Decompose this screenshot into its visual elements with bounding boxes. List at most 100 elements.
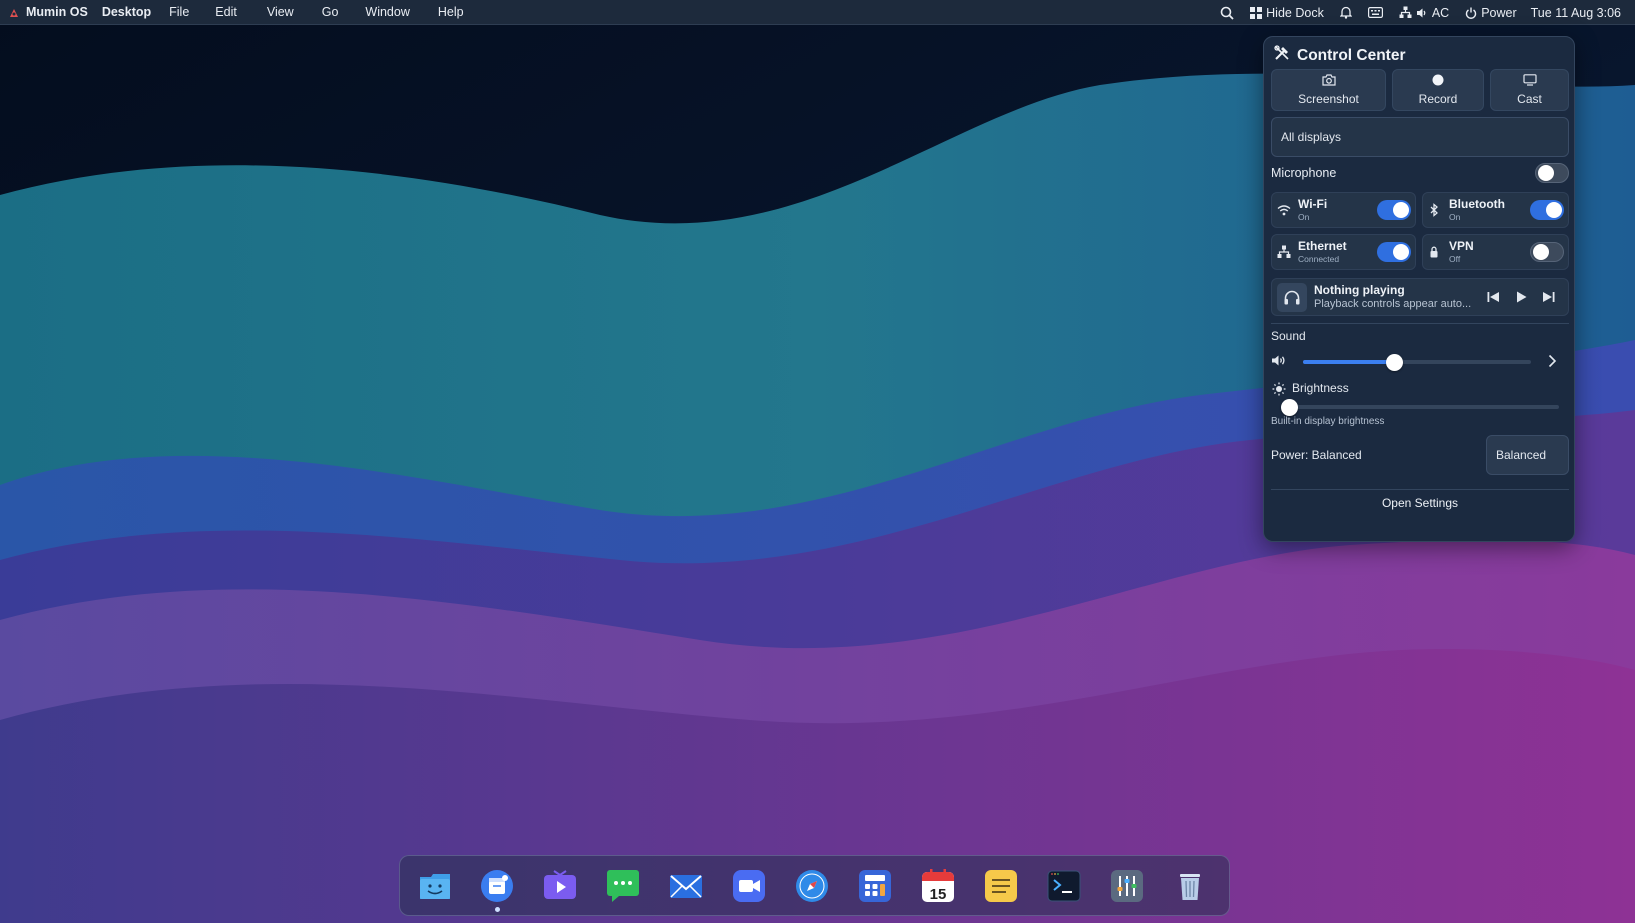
keyboard-icon[interactable] xyxy=(1367,7,1383,18)
cast-label: Cast xyxy=(1517,92,1542,106)
control-center-header: Control Center xyxy=(1274,45,1406,66)
screenshot-label: Screenshot xyxy=(1298,92,1359,106)
divider xyxy=(1271,323,1569,324)
menu-file[interactable]: File xyxy=(157,5,201,19)
ethernet-status: Connected xyxy=(1298,254,1340,264)
previous-track-icon[interactable] xyxy=(1487,290,1500,308)
microphone-label: Microphone xyxy=(1271,166,1337,180)
record-icon xyxy=(1432,74,1444,89)
control-center-panel: Control Center Screenshot Record Cast Al… xyxy=(1263,36,1575,542)
app-name[interactable]: Mumin OS xyxy=(26,5,95,19)
grid-icon xyxy=(1250,6,1263,19)
sun-icon xyxy=(1272,382,1286,401)
menu-go[interactable]: Go xyxy=(310,5,354,19)
record-button[interactable]: Record xyxy=(1392,69,1484,111)
camera-icon xyxy=(1321,74,1336,89)
finder-icon[interactable] xyxy=(418,869,452,903)
status-indicators[interactable]: AC xyxy=(1399,6,1449,20)
power-label: Power xyxy=(1481,5,1517,20)
power-mode-label: Power: Balanced xyxy=(1271,448,1362,462)
sound-slider-fill xyxy=(1303,360,1394,364)
power-source-label: AC xyxy=(1431,5,1450,20)
brightness-slider[interactable] xyxy=(1281,399,1559,416)
chevron-right-icon[interactable] xyxy=(1548,354,1557,373)
brightness-slider-handle[interactable] xyxy=(1281,399,1298,416)
mail-icon[interactable] xyxy=(669,869,703,903)
microphone-row: Microphone xyxy=(1271,161,1569,185)
cast-icon xyxy=(1522,74,1537,89)
calendar-day: 15 xyxy=(930,886,947,903)
vpn-toggle[interactable] xyxy=(1530,242,1564,262)
bluetooth-name: Bluetooth xyxy=(1449,197,1505,211)
power-mode-select[interactable]: Balanced xyxy=(1486,435,1569,475)
video-player-icon[interactable] xyxy=(543,869,577,903)
cast-button[interactable]: Cast xyxy=(1490,69,1569,111)
bluetooth-tile[interactable]: Bluetooth On xyxy=(1422,192,1569,228)
network-icon xyxy=(1399,6,1412,19)
ethernet-icon xyxy=(1277,245,1291,264)
clock[interactable]: Tue 11 Aug 3:06 xyxy=(1531,6,1621,20)
calculator-icon[interactable] xyxy=(858,869,892,903)
volume-icon xyxy=(1416,7,1428,19)
app-store-icon[interactable] xyxy=(480,869,514,912)
running-indicator xyxy=(495,907,500,912)
control-center-title: Control Center xyxy=(1297,46,1406,64)
ethernet-toggle[interactable] xyxy=(1377,242,1411,262)
next-track-icon[interactable] xyxy=(1542,290,1555,308)
play-icon[interactable] xyxy=(1515,290,1527,308)
microphone-toggle[interactable] xyxy=(1535,163,1569,183)
wifi-name: Wi-Fi xyxy=(1298,197,1328,211)
open-settings-button[interactable]: Open Settings xyxy=(1271,486,1569,520)
menu-desktop[interactable]: Desktop xyxy=(95,5,157,19)
menu-window[interactable]: Window xyxy=(353,5,424,19)
capture-buttons-row: Screenshot Record Cast xyxy=(1271,69,1569,111)
ethernet-name: Ethernet xyxy=(1298,239,1347,253)
sound-slider[interactable] xyxy=(1303,354,1531,371)
wifi-toggle[interactable] xyxy=(1377,200,1411,220)
menu-edit[interactable]: Edit xyxy=(201,5,253,19)
media-subtitle: Playback controls appear auto... xyxy=(1314,298,1472,310)
brightness-label: Brightness xyxy=(1292,381,1349,395)
hide-dock-button[interactable]: Hide Dock xyxy=(1250,6,1324,20)
menu-view[interactable]: View xyxy=(253,5,310,19)
vpn-status: Off xyxy=(1449,254,1461,264)
lock-icon xyxy=(1428,245,1440,264)
wifi-tile[interactable]: Wi-Fi On xyxy=(1271,192,1416,228)
screenshot-button[interactable]: Screenshot xyxy=(1271,69,1386,111)
power-menu-button[interactable]: Power xyxy=(1465,5,1517,20)
search-icon[interactable] xyxy=(1220,6,1234,20)
wifi-status: On xyxy=(1298,212,1310,222)
system-settings-icon[interactable] xyxy=(1110,869,1144,903)
wifi-icon xyxy=(1277,203,1291,221)
menu-help[interactable]: Help xyxy=(425,5,476,19)
ethernet-tile[interactable]: Ethernet Connected xyxy=(1271,234,1416,270)
media-player: Nothing playing Playback controls appear… xyxy=(1271,278,1569,316)
hide-dock-label: Hide Dock xyxy=(1266,5,1324,20)
record-label: Record xyxy=(1418,92,1458,106)
terminal-icon[interactable] xyxy=(1047,869,1081,903)
sound-slider-handle[interactable] xyxy=(1386,354,1403,371)
calendar-icon[interactable]: 15 xyxy=(921,869,955,903)
system-logo-icon[interactable] xyxy=(9,7,19,17)
bluetooth-icon xyxy=(1428,203,1440,222)
browser-compass-icon[interactable] xyxy=(795,869,829,903)
messages-icon[interactable] xyxy=(606,869,640,903)
vpn-name: VPN xyxy=(1449,239,1474,253)
tools-icon xyxy=(1274,45,1290,66)
brightness-note: Built-in display brightness xyxy=(1271,416,1385,427)
notes-icon[interactable] xyxy=(984,869,1018,903)
bluetooth-toggle[interactable] xyxy=(1530,200,1564,220)
menu-bar: Mumin OS Desktop File Edit View Go Windo… xyxy=(0,0,1635,25)
trash-icon[interactable] xyxy=(1173,869,1207,903)
bluetooth-status: On xyxy=(1449,212,1461,222)
headphones-icon xyxy=(1277,283,1307,312)
dock: 15 xyxy=(399,855,1230,916)
vpn-tile[interactable]: VPN Off xyxy=(1422,234,1569,270)
video-call-icon[interactable] xyxy=(732,869,766,903)
notifications-bell-icon[interactable] xyxy=(1339,6,1352,19)
display-select[interactable]: All displays xyxy=(1271,117,1569,157)
sound-label: Sound xyxy=(1271,329,1306,343)
speaker-icon xyxy=(1271,354,1287,372)
power-icon xyxy=(1465,7,1477,19)
media-title: Nothing playing xyxy=(1314,283,1405,297)
